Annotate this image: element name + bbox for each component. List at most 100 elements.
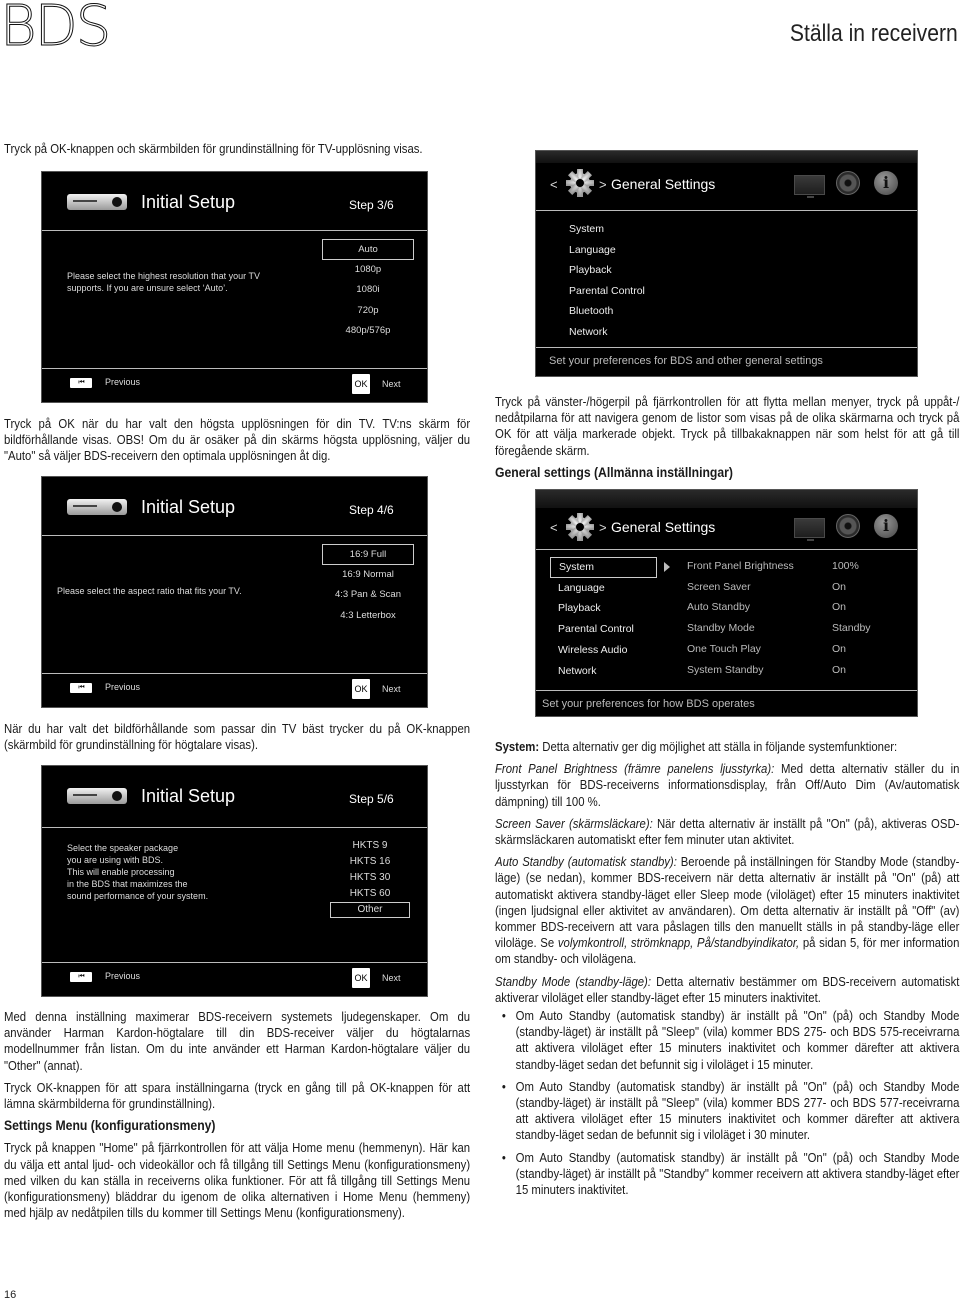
setup-message: Select the speaker package you are using… bbox=[67, 842, 267, 902]
setting-name[interactable]: Standby Mode bbox=[687, 618, 755, 639]
setting-name[interactable]: Auto Standby bbox=[687, 597, 750, 618]
message-line: Select the speaker package bbox=[67, 843, 179, 853]
setting-name[interactable]: System Standby bbox=[687, 660, 763, 681]
auto-standby-paragraph: Auto Standby (automatisk standby): Beroe… bbox=[495, 854, 959, 967]
menu-item[interactable]: Parental Control bbox=[550, 619, 657, 640]
menu-item[interactable]: Network bbox=[550, 661, 657, 682]
next-button[interactable]: Next bbox=[382, 973, 401, 983]
nav-right-arrow[interactable]: > bbox=[599, 177, 607, 192]
bullet-item: Om Auto Standby (automatisk standby) är … bbox=[502, 1079, 960, 1144]
gs-menu: System Language Playback Parental Control Bl… bbox=[536, 211, 917, 348]
intro-paragraph: Tryck på OK-knappen och skärmbilden för … bbox=[4, 141, 474, 157]
option-item[interactable]: HKTS 9 bbox=[330, 838, 410, 854]
setup-title: Initial Setup bbox=[141, 192, 236, 212]
option-item[interactable]: 4:3 Letterbox bbox=[322, 606, 414, 627]
menu-item[interactable]: Parental Control bbox=[569, 281, 645, 302]
option-item[interactable]: 4:3 Pan & Scan bbox=[322, 585, 414, 606]
setup-step: Step 4/6 bbox=[349, 503, 394, 517]
previous-icon[interactable]: ⏮ bbox=[70, 683, 92, 693]
nav-left-arrow[interactable]: < bbox=[550, 520, 558, 535]
setting-value[interactable]: On bbox=[832, 577, 846, 598]
option-item[interactable]: HKTS 30 bbox=[330, 870, 410, 886]
resolution-options: Auto 1080p 1080i 720p 480p/576p bbox=[322, 239, 414, 342]
option-item[interactable]: HKTS 16 bbox=[330, 854, 410, 870]
bullet-item: Om Auto Standby (automatisk standby) är … bbox=[502, 1008, 960, 1073]
option-item[interactable]: HKTS 60 bbox=[330, 886, 410, 902]
system-text: Detta alternativ ger dig möjlighet att s… bbox=[539, 739, 898, 754]
setup-step: Step 5/6 bbox=[349, 792, 394, 806]
previous-icon[interactable]: ⏮ bbox=[70, 972, 92, 982]
brand-logo: BDS bbox=[0, 0, 112, 60]
ok-button[interactable]: OK bbox=[352, 968, 370, 988]
option-item[interactable]: 1080p bbox=[322, 260, 414, 281]
setting-value[interactable]: On bbox=[832, 597, 846, 618]
sm-label: Standby Mode (standby-läge): bbox=[495, 973, 651, 989]
option-item[interactable]: 480p/576p bbox=[322, 321, 414, 342]
right-top-text: Tryck på vänster-/högerpil på fjärrkontr… bbox=[495, 394, 959, 487]
setup-screen-step4: Initial Setup Step 4/6 Please select the… bbox=[41, 476, 428, 708]
previous-button[interactable]: Previous bbox=[105, 971, 140, 981]
next-button[interactable]: Next bbox=[382, 379, 401, 389]
setup-step: Step 3/6 bbox=[349, 198, 394, 212]
step3-text: Tryck på OK när du har valt den högsta u… bbox=[4, 416, 471, 464]
step5-paragraph-b: Tryck OK-knappen för att spara inställni… bbox=[4, 1079, 471, 1112]
setting-name[interactable]: Front Panel Brightness bbox=[687, 556, 794, 577]
setting-value[interactable]: 100% bbox=[832, 556, 859, 577]
ok-button[interactable]: OK bbox=[352, 374, 370, 394]
setup-screen-step5: Initial Setup Step 5/6 Select the speake… bbox=[41, 765, 428, 997]
setting-name[interactable]: Screen Saver bbox=[687, 577, 751, 598]
menu-item[interactable]: System bbox=[550, 557, 657, 578]
general-settings-screen-2: < > General Settings i System Language Pla… bbox=[535, 489, 918, 717]
receiver-icon bbox=[67, 788, 127, 804]
menu-item[interactable]: Language bbox=[569, 240, 616, 261]
setup-header: Initial Setup Step 3/6 bbox=[42, 172, 427, 231]
menu-item[interactable]: Playback bbox=[569, 260, 612, 281]
setup-message: Please select the highest resolution tha… bbox=[67, 271, 260, 293]
previous-button[interactable]: Previous bbox=[105, 682, 140, 692]
next-button[interactable]: Next bbox=[382, 684, 401, 694]
option-item[interactable]: 16:9 Normal bbox=[322, 565, 414, 586]
nav-left-arrow[interactable]: < bbox=[550, 177, 558, 192]
general-settings-heading: General settings (Allmänna inställningar… bbox=[495, 464, 733, 481]
disc-icon[interactable] bbox=[836, 514, 860, 538]
option-item[interactable]: Auto bbox=[322, 239, 414, 260]
settings-menu-heading: Settings Menu (konfigurationsmeny) bbox=[4, 1118, 216, 1135]
option-item[interactable]: 720p bbox=[322, 301, 414, 322]
menu-item[interactable]: Language bbox=[550, 578, 657, 599]
menu-item[interactable]: Bluetooth bbox=[569, 301, 613, 322]
page-number: 16 bbox=[4, 1289, 17, 1301]
setting-name[interactable]: One Touch Play bbox=[687, 639, 761, 660]
ok-button[interactable]: OK bbox=[352, 679, 370, 699]
gs-footer: Set your preferences for BDS and other g… bbox=[549, 355, 823, 367]
receiver-icon bbox=[67, 499, 127, 515]
tv-icon[interactable] bbox=[794, 518, 825, 541]
setup-screen-step3: Initial Setup Step 3/6 Please select the… bbox=[41, 171, 428, 403]
standby-mode-paragraph: Standby Mode (standby-läge): Detta alter… bbox=[495, 974, 959, 1006]
menu-item[interactable]: Wireless Audio bbox=[550, 640, 657, 661]
info-icon[interactable]: i bbox=[874, 171, 898, 195]
tv-icon[interactable] bbox=[794, 175, 825, 198]
previous-icon[interactable]: ⏮ bbox=[70, 378, 92, 388]
info-icon[interactable]: i bbox=[874, 514, 898, 538]
receiver-icon bbox=[67, 194, 127, 210]
message-line: This will enable processing bbox=[67, 867, 175, 877]
setting-value[interactable]: Standby bbox=[832, 618, 871, 639]
option-item[interactable]: Other bbox=[330, 902, 410, 918]
option-item[interactable]: 1080i bbox=[322, 280, 414, 301]
menu-item[interactable]: Playback bbox=[550, 598, 657, 619]
setup-body: Select the speaker package you are using… bbox=[42, 828, 427, 963]
menu-item[interactable]: System bbox=[569, 219, 604, 240]
step3-paragraph: Tryck på OK när du har valt den högsta u… bbox=[4, 416, 470, 465]
setup-title: Initial Setup bbox=[141, 497, 236, 517]
front-panel-paragraph: Front Panel Brightness (främre panelens … bbox=[495, 761, 959, 810]
disc-icon[interactable] bbox=[836, 171, 860, 195]
setting-value[interactable]: On bbox=[832, 660, 846, 681]
previous-button[interactable]: Previous bbox=[105, 377, 140, 387]
step4-text: När du har valt det bildförhållande som … bbox=[4, 721, 471, 753]
menu-item[interactable]: Network bbox=[569, 322, 608, 343]
nav-right-arrow[interactable]: > bbox=[599, 520, 607, 535]
setup-header: Initial Setup Step 4/6 bbox=[42, 477, 427, 536]
setting-value[interactable]: On bbox=[832, 639, 846, 660]
option-item[interactable]: 16:9 Full bbox=[322, 544, 414, 565]
message-line: you are using with BDS. bbox=[67, 855, 164, 865]
